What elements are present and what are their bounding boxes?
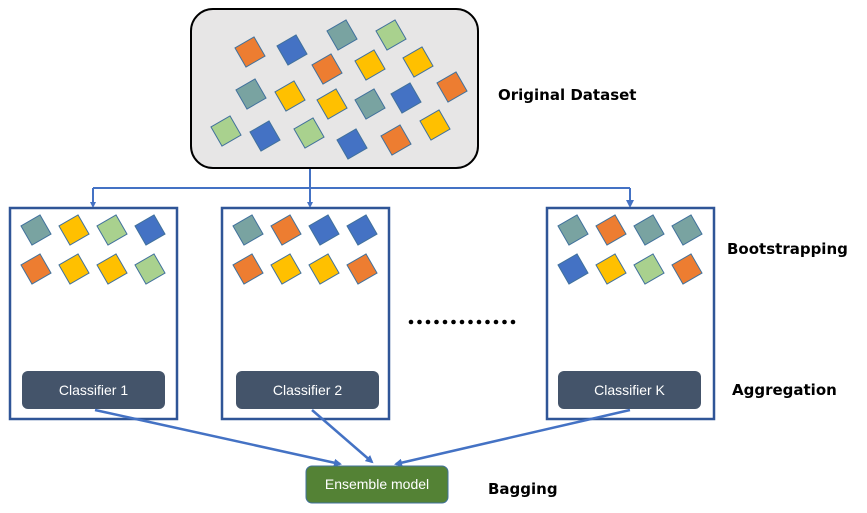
aggregation-label: Aggregation	[732, 381, 837, 399]
original-dataset-label: Original Dataset	[498, 86, 636, 104]
ellipsis-dot	[451, 319, 456, 325]
original-dataset	[190, 8, 479, 169]
classifier-1-label: Classifier 1	[59, 382, 128, 398]
ensemble-model-label: Ensemble model	[325, 476, 429, 492]
bagging-diagram: Original Dataset Classifier 1 Classifier…	[8, 8, 848, 504]
ellipsis-dot	[459, 319, 465, 325]
ellipsis-dot	[485, 319, 490, 325]
arrow-classifier-k-to-ensemble	[394, 408, 631, 467]
ellipsis-dot	[442, 319, 448, 325]
ellipsis-dot	[502, 319, 507, 325]
ellipsis-dot	[476, 319, 482, 325]
bootstrapping-label: Bootstrapping	[727, 240, 848, 258]
bootstrap-bag-1: Classifier 1	[8, 206, 179, 421]
ellipsis-dot	[425, 319, 431, 325]
ellipsis-dot	[408, 319, 414, 325]
split-connectors	[90, 169, 634, 208]
ellipsis-dot	[468, 319, 473, 325]
ellipsis-dot	[493, 319, 499, 325]
bootstrap-bag-2: Classifier 2	[220, 206, 391, 421]
bagging-label: Bagging	[488, 480, 558, 498]
classifier-2-label: Classifier 2	[273, 382, 342, 398]
bootstrap-bag-k: Classifier K	[545, 206, 716, 421]
ellipsis-dot	[417, 319, 422, 325]
ellipsis-dot	[434, 319, 439, 325]
ellipsis-dots	[408, 319, 516, 325]
ellipsis-dot	[510, 319, 516, 325]
classifier-k-label: Classifier K	[594, 382, 665, 398]
